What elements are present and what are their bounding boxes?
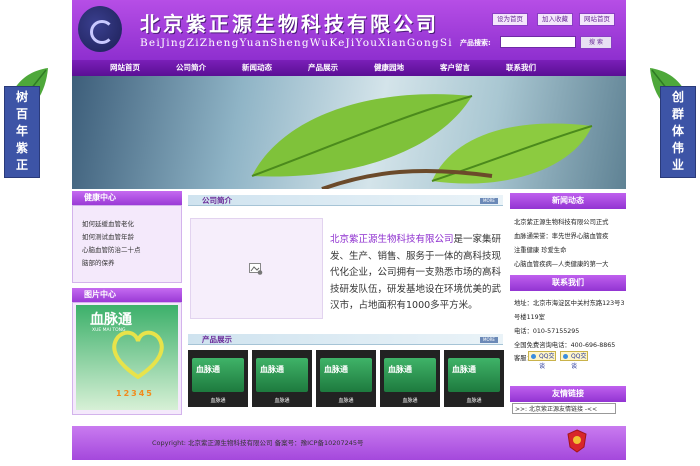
slogan-right: 创群体伟业 [671, 90, 684, 172]
contact-hotline: 全国免费咨询电话：400-696-8865 [514, 342, 616, 349]
health-item[interactable]: 脑部的保养 [82, 257, 115, 267]
product-card[interactable]: 血脉通 血脉通 [316, 350, 376, 407]
gallery-header: 图片中心 [72, 288, 182, 302]
product-card[interactable]: 血脉通 血脉通 [252, 350, 312, 407]
health-center-header: 健康中心 [72, 191, 182, 205]
product-card[interactable]: 血脉通 血脉通 [188, 350, 248, 407]
search-label: 产品搜索: [460, 39, 491, 47]
news-item[interactable]: 注重健康 珍爱生命 [514, 245, 566, 254]
nav-home[interactable]: 网站首页 [92, 60, 158, 76]
site-header: 北京紫正源生物科技有限公司 BeiJingZiZhengYuanShengWuK… [72, 0, 626, 60]
heart-icon [112, 330, 164, 379]
search-input[interactable] [500, 36, 576, 48]
products-header: 产品展示 [188, 334, 503, 345]
nav-products[interactable]: 产品展示 [290, 60, 356, 76]
news-item[interactable]: 心脑血管疾病—人类健康的第一大 [514, 259, 608, 268]
copyright-text: Copyright: 北京紫正源生物科技有限公司 备案号：豫ICP备102072… [152, 439, 364, 447]
about-more-link[interactable]: MORE [480, 198, 498, 204]
site-home-link[interactable]: 网站首页 [579, 13, 615, 26]
gallery-numbers: 12345 [116, 389, 154, 398]
about-header: 公司简介 [188, 195, 503, 206]
slogan-box-left: 树百年紫正 [4, 86, 40, 178]
health-item[interactable]: 如何测试血管年龄 [82, 231, 134, 241]
friend-links-select[interactable]: >>: 北京紫正源友情链接 -<< [512, 403, 616, 414]
company-name: 北京紫正源生物科技有限公司 [140, 12, 439, 36]
search-button[interactable]: 搜 索 [580, 36, 612, 49]
news-header: 新闻动态 [510, 193, 626, 209]
contact-address: 地址：北京市海淀区中关村东路123号3 [514, 300, 625, 307]
health-item[interactable]: 心脑血管防治二十点 [82, 244, 141, 254]
slogan-box-right: 创群体伟业 [660, 86, 696, 178]
set-homepage-link[interactable]: 设为首页 [492, 13, 528, 26]
qq-chat-button[interactable]: QQ交谈 [528, 351, 556, 370]
gallery-product-name: 血脉通 [90, 312, 132, 328]
news-item[interactable]: 血脉通荣誉：率先世界心脑血管疾 [514, 231, 608, 240]
about-image [190, 218, 323, 319]
police-emblem-icon[interactable] [566, 429, 588, 453]
product-card[interactable]: 血脉通 血脉通 [444, 350, 504, 407]
main-nav: 网站首页 公司简介 新闻动态 产品展示 健康园地 客户留言 联系我们 [72, 60, 626, 76]
nav-news[interactable]: 新闻动态 [224, 60, 290, 76]
friend-links-header: 友情链接 [510, 386, 626, 402]
nav-about[interactable]: 公司简介 [158, 60, 224, 76]
nav-messages[interactable]: 客户留言 [422, 60, 488, 76]
contact-phone: 电话：010-57155295 [514, 328, 580, 335]
about-company-name: 北京紫正源生物科技有限公司 [330, 234, 454, 245]
broken-image-icon [249, 263, 263, 275]
slogan-left: 树百年紫正 [15, 90, 28, 172]
company-pinyin: BeiJingZiZhengYuanShengWuKeJiYouXianGong… [140, 37, 453, 49]
add-favorite-link[interactable]: 加入收藏 [537, 13, 573, 26]
company-logo[interactable] [78, 6, 122, 52]
gallery-image[interactable]: 血脉通 XUE MAI TONG 12345 [76, 305, 178, 410]
about-text: 北京紫正源生物科技有限公司是一家集研发、生产、销售、服务于一体的高科技现代化企业… [330, 232, 508, 315]
products-more-link[interactable]: MORE [480, 337, 498, 343]
news-item[interactable]: 北京紫正源生物科技有限公司正式 [514, 217, 608, 226]
nav-contact[interactable]: 联系我们 [488, 60, 554, 76]
contact-header: 联系我们 [510, 275, 626, 291]
product-card[interactable]: 血脉通 血脉通 [380, 350, 440, 407]
nav-health[interactable]: 健康园地 [356, 60, 422, 76]
health-item[interactable]: 如何延缓血管老化 [82, 218, 134, 228]
contact-address-line2: 号楼119室 [514, 314, 545, 321]
about-description: 是一家集研发、生产、销售、服务于一体的高科技现代化企业，公司拥有一支熟悉市场的高… [330, 234, 502, 311]
banner-image [72, 76, 626, 189]
qq-chat-button[interactable]: QQ交谈 [560, 351, 588, 370]
